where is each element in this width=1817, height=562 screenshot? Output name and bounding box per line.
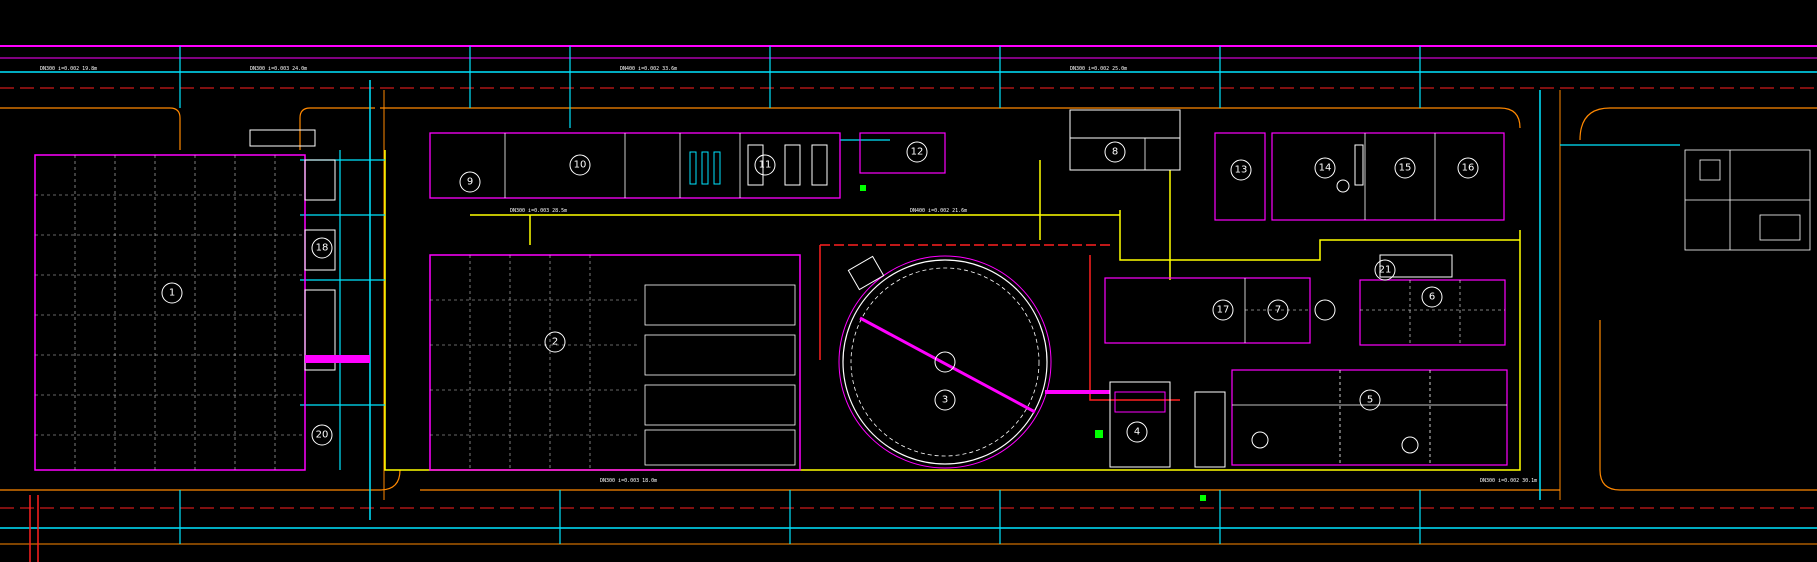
unit-label-8: 8 (1112, 147, 1118, 158)
unit-numbers: 1 2 3 4 5 6 7 8 9 10 11 12 13 14 15 16 1… (169, 147, 1475, 441)
unit-label-3: 3 (942, 395, 948, 406)
unit-label-15: 15 (1399, 163, 1412, 174)
unit-6-building (1359, 279, 1506, 346)
pipe-label: DN300 i=0.003 18.0m (600, 478, 657, 484)
unit-4-building (1109, 381, 1226, 468)
unit-3-clarifier (838, 255, 1110, 469)
unit-label-9: 9 (467, 177, 473, 188)
red-service-lines (29, 244, 1180, 562)
unit-label-1: 1 (169, 288, 175, 299)
pipe-label: DN400 i=0.002 21.6m (910, 208, 967, 214)
pipe-label: DN300 i=0.002 30.1m (1480, 478, 1537, 484)
pipe-label: DN400 i=0.002 33.6m (620, 66, 677, 72)
unit-9-11-buildings (429, 132, 946, 199)
unit-label-12: 12 (911, 147, 924, 158)
unit-label-21: 21 (1379, 265, 1392, 276)
pipe-label: DN300 i=0.003 24.0m (250, 66, 307, 72)
pipe-label: DN300 i=0.002 19.8m (40, 66, 97, 72)
unit-label-11: 11 (759, 160, 772, 171)
pipe-label: DN300 i=0.003 28.5m (510, 208, 567, 214)
unit-1-building (34, 129, 370, 471)
unit-label-6: 6 (1429, 292, 1435, 303)
unit-label-10: 10 (574, 160, 587, 171)
unit-label-17: 17 (1217, 305, 1230, 316)
unit-label-5: 5 (1367, 395, 1373, 406)
unit-label-4: 4 (1134, 427, 1140, 438)
unit-label-18: 18 (316, 243, 329, 254)
unit-label-14: 14 (1319, 163, 1332, 174)
unit-label-7: 7 (1275, 305, 1281, 316)
unit-label-16: 16 (1462, 163, 1475, 174)
unit-2-building (429, 254, 801, 471)
unit-13-16-buildings (1214, 132, 1505, 221)
pipe-label: DN300 i=0.002 25.0m (1070, 66, 1127, 72)
unit-label-20: 20 (316, 430, 329, 441)
unit-8-building (1069, 109, 1181, 171)
unit-label-2: 2 (552, 337, 558, 348)
unit-label-13: 13 (1235, 165, 1248, 176)
site-plan-drawing: DN300 i=0.002 19.8m DN300 i=0.003 24.0m … (0, 45, 1817, 562)
right-annex-building (1684, 149, 1811, 251)
unit-5-building (1231, 369, 1508, 466)
